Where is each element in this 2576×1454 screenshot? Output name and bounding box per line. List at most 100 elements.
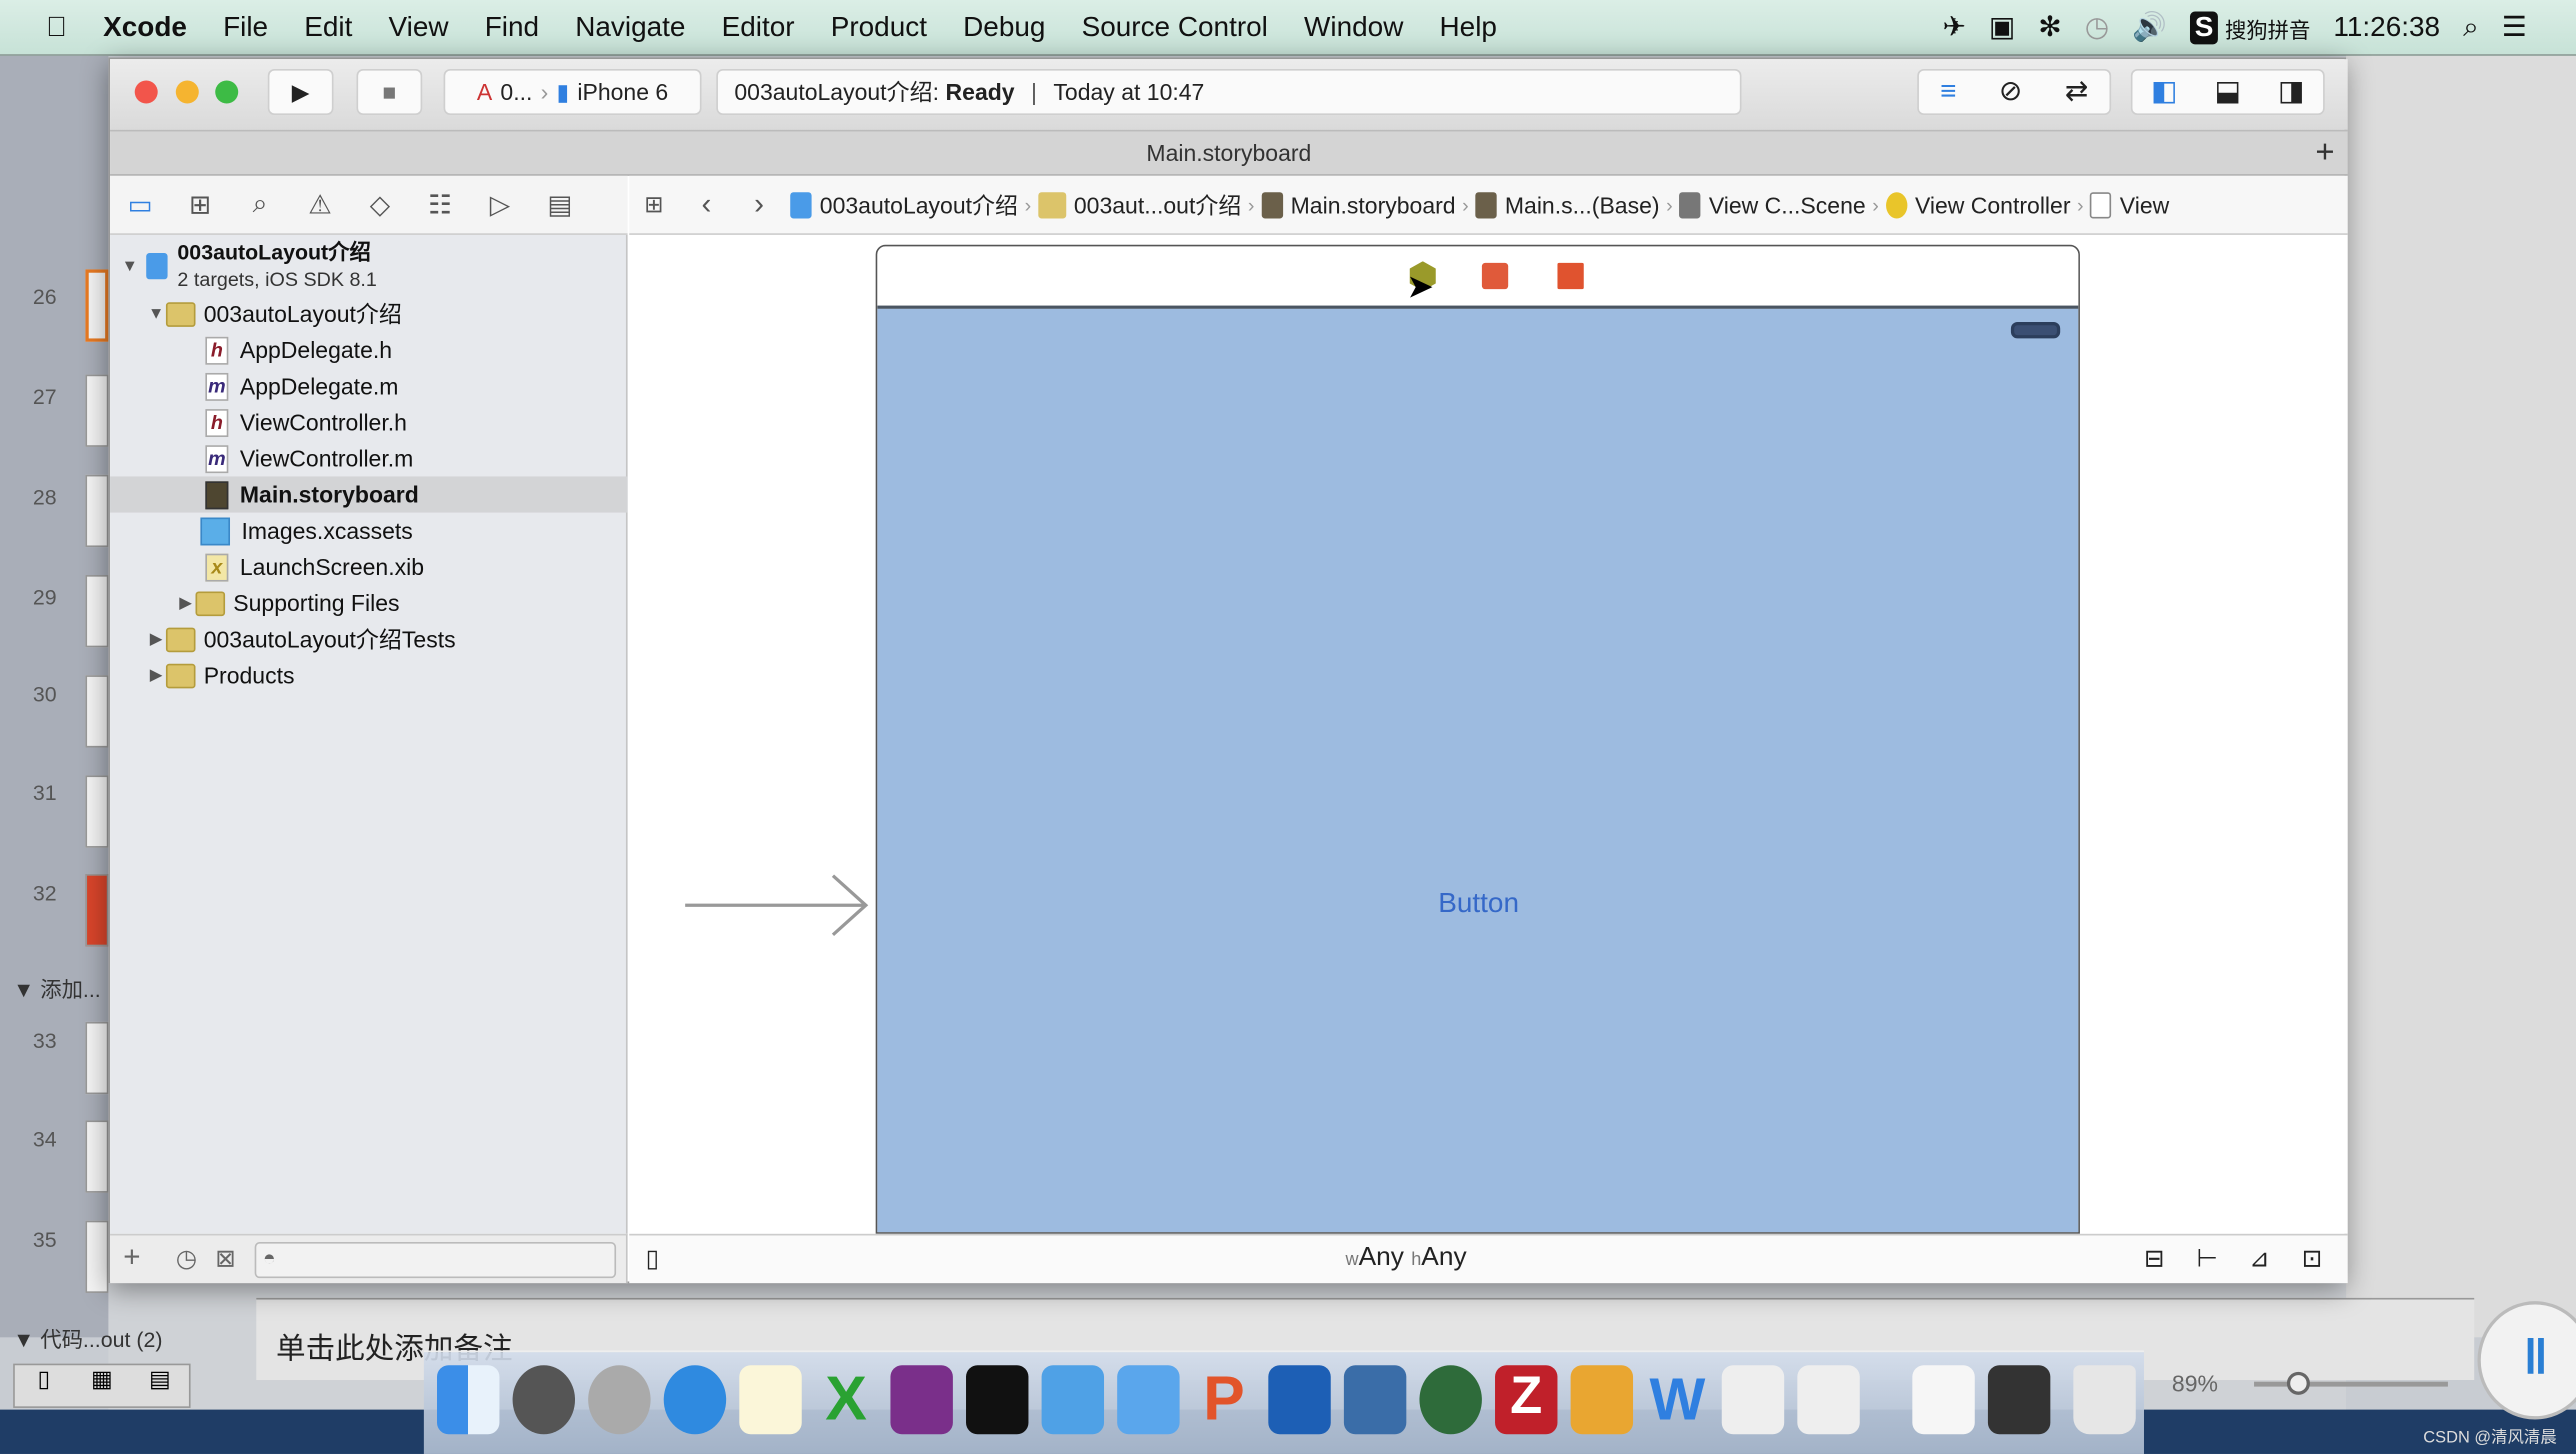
slide-group-label[interactable]: ▼ 添加... — [13, 973, 101, 1004]
tree-item[interactable]: Images.xcassets — [110, 513, 628, 549]
issue-navigator-icon[interactable]: ⚠ — [290, 188, 350, 221]
first-responder-icon[interactable] — [1481, 262, 1509, 290]
tree-item-selected[interactable]: Main.storyboard — [110, 476, 628, 513]
size-class-control[interactable]: wAny hAny — [1346, 1244, 1467, 1274]
excel-icon[interactable]: X — [815, 1365, 877, 1434]
resizing-icon[interactable]: ⊡ — [2302, 1244, 2323, 1273]
text-app-icon[interactable] — [1721, 1365, 1785, 1435]
add-icon[interactable]: + — [123, 1240, 140, 1275]
jump-bar-group[interactable]: 003aut...out介绍 — [1031, 188, 1248, 221]
time-machine-icon[interactable]: ◷ — [2085, 12, 2109, 45]
menu-file[interactable]: File — [205, 11, 286, 44]
display-icon[interactable] — [1987, 1365, 2051, 1435]
stop-button[interactable]: ■ — [356, 69, 423, 116]
menu-window[interactable]: Window — [1286, 11, 1421, 44]
symbol-navigator-icon[interactable]: ⊞ — [170, 188, 230, 221]
menu-source-control[interactable]: Source Control — [1064, 11, 1286, 44]
system-preferences-icon[interactable] — [512, 1365, 576, 1435]
tree-item[interactable]: m ViewController.m — [110, 440, 628, 476]
file-manager-icon[interactable] — [1117, 1365, 1180, 1435]
project-navigator-icon[interactable]: ▭ — [110, 188, 170, 221]
disclosure-triangle-icon[interactable]: ▶ — [146, 666, 166, 684]
filter-input[interactable]: ◓ — [254, 1242, 617, 1279]
close-button[interactable] — [134, 80, 158, 104]
slide-thumbnail[interactable] — [85, 269, 109, 342]
disclosure-triangle-icon[interactable]: ▶ — [146, 630, 166, 648]
document-icon[interactable] — [1912, 1365, 1975, 1435]
network-app-icon[interactable] — [1419, 1365, 1482, 1435]
sketch-icon[interactable] — [1570, 1365, 1634, 1435]
utilities-toggle-icon[interactable]: ◨ — [2278, 76, 2304, 109]
slide-thumbnail[interactable] — [85, 374, 109, 447]
tree-item[interactable]: x LaunchScreen.xib — [110, 549, 628, 585]
terminal-icon[interactable] — [966, 1365, 1029, 1435]
slide-thumbnail[interactable] — [85, 675, 109, 748]
navigator-view-button[interactable]: ▯ — [15, 1365, 73, 1406]
zoom-button[interactable] — [215, 80, 239, 104]
safari-icon[interactable] — [663, 1365, 727, 1435]
version-editor-icon[interactable]: ⇄ — [2065, 76, 2088, 109]
camera-icon[interactable]: ▣ — [1989, 12, 2015, 45]
word-icon[interactable]: W — [1646, 1365, 1708, 1434]
menu-xcode[interactable]: Xcode — [85, 11, 205, 44]
debug-navigator-icon[interactable]: ☷ — [410, 188, 470, 221]
find-navigator-icon[interactable]: ⌕ — [230, 190, 290, 220]
scheme-selector[interactable]: A 0... › ▮ iPhone 6 — [443, 69, 702, 116]
menu-debug[interactable]: Debug — [945, 11, 1063, 44]
slide-group-label[interactable]: ▼ 代码...out (2) — [13, 1323, 162, 1354]
tree-item[interactable]: ▶ Products — [110, 657, 628, 693]
slide-thumbnail[interactable] — [85, 1220, 109, 1293]
run-button[interactable]: ▶ — [267, 69, 334, 116]
tree-item[interactable]: ▶ 003autoLayout介绍Tests — [110, 621, 628, 657]
filezilla-icon[interactable]: Z — [1495, 1365, 1558, 1435]
tree-item[interactable]: m AppDelegate.m — [110, 368, 628, 404]
volume-icon[interactable]: 🔊 — [2132, 12, 2167, 45]
disclosure-triangle-icon[interactable]: ▼ — [120, 257, 140, 275]
apple-icon[interactable]:  — [0, 11, 85, 44]
forward-button[interactable]: › — [734, 187, 783, 222]
jump-bar-localization[interactable]: Main.s...(Base) — [1469, 191, 1666, 218]
menu-editor[interactable]: Editor — [704, 11, 813, 44]
zoom-slider[interactable] — [2254, 1381, 2448, 1387]
finder-icon[interactable] — [437, 1365, 500, 1435]
notification-center-icon[interactable]: ☰ — [2502, 12, 2527, 45]
scm-filter-icon[interactable]: ⊠ — [215, 1244, 236, 1273]
menu-help[interactable]: Help — [1421, 11, 1515, 44]
storyboard-canvas[interactable]: ➤ Button — [629, 234, 2348, 1234]
tab-main-storyboard[interactable]: Main.storyboard + — [110, 129, 2348, 176]
input-method[interactable]: 搜狗拼音 — [2225, 12, 2310, 43]
menu-edit[interactable]: Edit — [286, 11, 370, 44]
clock[interactable]: 11:26:38 — [2333, 12, 2440, 45]
pause-recording-button[interactable]: ‖ — [2477, 1301, 2576, 1420]
slide-thumbnail[interactable] — [85, 1021, 109, 1095]
view-controller-scene[interactable]: ➤ Button — [875, 244, 2080, 1234]
document-outline-toggle-icon[interactable]: ▯ — [646, 1244, 660, 1273]
navigator-toggle-icon[interactable]: ◧ — [2151, 76, 2177, 109]
minimize-button[interactable] — [175, 80, 199, 104]
tree-item[interactable]: ▼ 003autoLayout介绍 — [110, 296, 628, 332]
powerpoint-icon[interactable]: P — [1193, 1365, 1255, 1434]
onenote-icon[interactable] — [890, 1365, 953, 1435]
bluetooth-icon[interactable]: ✻ — [2038, 12, 2061, 45]
add-tab-icon[interactable]: + — [2315, 131, 2334, 175]
test-navigator-icon[interactable]: ◇ — [350, 188, 410, 221]
zoom-slider-knob[interactable] — [2286, 1371, 2310, 1395]
recent-files-icon[interactable]: ◷ — [176, 1244, 198, 1273]
menu-find[interactable]: Find — [467, 11, 557, 44]
jump-bar-project[interactable]: 003autoLayout介绍 — [784, 188, 1025, 221]
exit-icon[interactable] — [1557, 262, 1584, 290]
tree-item[interactable]: h AppDelegate.h — [110, 332, 628, 368]
jump-bar-file[interactable]: Main.storyboard — [1255, 191, 1463, 218]
slide-thumbnail[interactable] — [85, 575, 109, 648]
menu-navigate[interactable]: Navigate — [557, 11, 703, 44]
notes-icon[interactable] — [739, 1365, 802, 1435]
jump-bar-view[interactable]: View — [2084, 191, 2176, 218]
airplane-icon[interactable]: ✈ — [1942, 12, 1965, 45]
trash-icon[interactable] — [2073, 1365, 2136, 1435]
spotlight-icon[interactable]: ⌕ — [2463, 12, 2479, 45]
launchpad-icon[interactable] — [588, 1365, 651, 1435]
back-button[interactable]: ‹ — [679, 187, 735, 222]
xcode-icon[interactable] — [1041, 1365, 1105, 1435]
disclosure-triangle-icon[interactable]: ▼ — [146, 305, 166, 323]
standard-editor-icon[interactable]: ≡ — [1940, 76, 1956, 109]
